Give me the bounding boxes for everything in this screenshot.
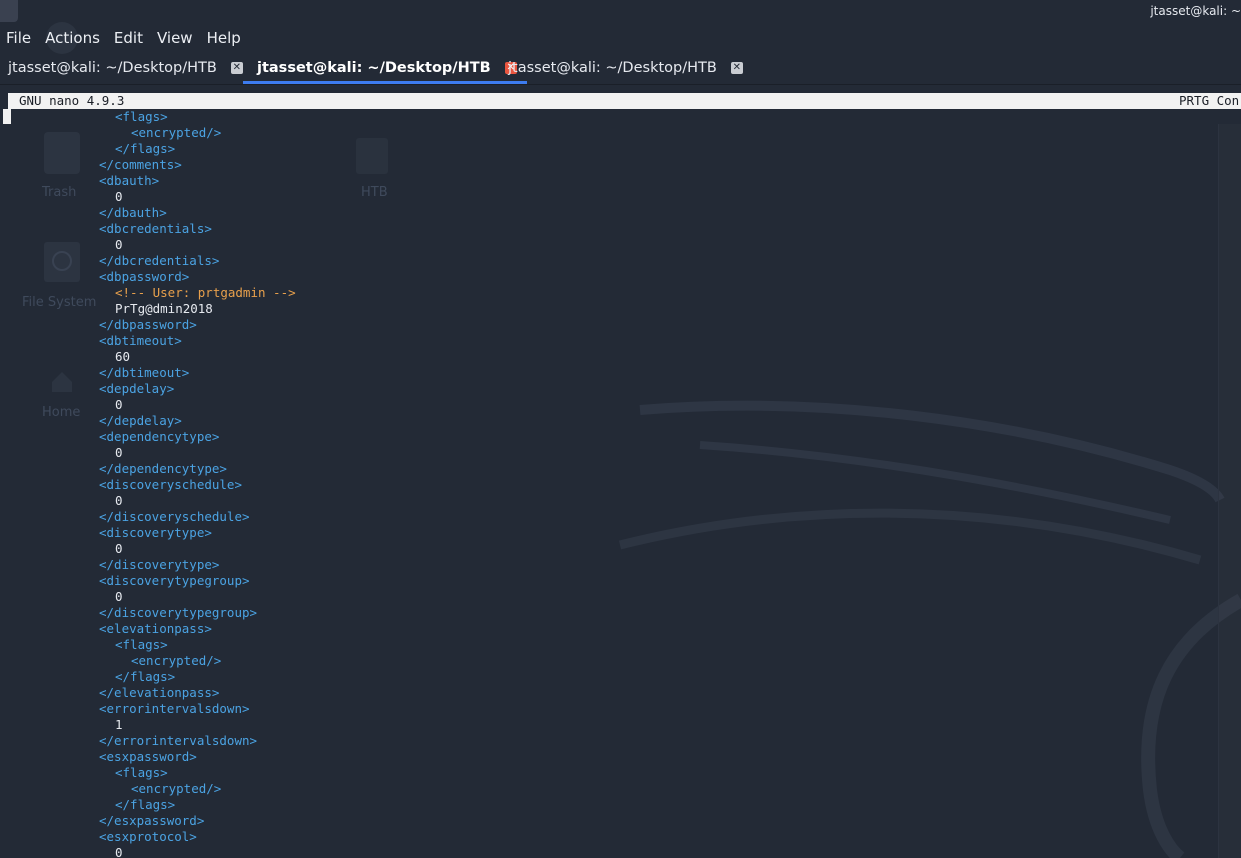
xml-tag-line: <dependencytype> <box>99 429 220 444</box>
tab-label: jtasset@kali: ~/Desktop/HTB <box>8 60 217 76</box>
tab-bar: jtasset@kali: ~/Desktop/HTB ✕ jtasset@ka… <box>0 54 1241 85</box>
xml-value-line: 60 <box>115 349 131 364</box>
xml-value-line: PrTg@dmin2018 <box>115 301 213 316</box>
xml-value-line: 0 <box>115 237 123 252</box>
tab-label: jtasset@kali: ~/Desktop/HTB <box>508 60 717 76</box>
xml-tag-line: </dependencytype> <box>99 461 227 476</box>
xml-tag-line: </errorintervalsdown> <box>99 733 258 748</box>
xml-tag-line: </elevationpass> <box>99 685 220 700</box>
xml-tag-line: <flags> <box>115 637 168 652</box>
xml-tag-line: <dbtimeout> <box>99 333 182 348</box>
xml-tag-line: <discoveryschedule> <box>99 477 242 492</box>
scrollbar[interactable] <box>1218 124 1241 858</box>
xml-value-line: 0 <box>115 845 123 858</box>
menu-actions[interactable]: Actions <box>39 26 108 50</box>
xml-tag-line: </dbpassword> <box>99 317 197 332</box>
menu-help[interactable]: Help <box>201 26 249 50</box>
xml-tag-line: <dbauth> <box>99 173 160 188</box>
editor-buffer[interactable]: <flags> <encrypted/> </flags> </comments> <d… <box>0 109 1216 858</box>
terminal-window: Trash HTB File System Home jtasset@kali:… <box>0 0 1241 858</box>
xml-value-line: 0 <box>115 589 123 604</box>
menu-app-icon[interactable] <box>0 0 18 22</box>
xml-tag-line: </depdelay> <box>99 413 182 428</box>
xml-tag-line: <flags> <box>115 765 168 780</box>
close-icon[interactable]: ✕ <box>730 62 743 74</box>
nano-version: GNU nano 4.9.3 <box>19 93 125 108</box>
xml-tag-line: <dbpassword> <box>99 269 190 284</box>
xml-tag-line: </discoverytypegroup> <box>99 605 258 620</box>
xml-value-line: 0 <box>115 541 123 556</box>
xml-tag-line: <encrypted/> <box>131 653 222 668</box>
xml-tag-line: <elevationpass> <box>99 621 212 636</box>
window-title: jtasset@kali: ~ <box>1150 4 1241 18</box>
text-cursor <box>3 109 11 124</box>
xml-value-line: 0 <box>115 189 123 204</box>
xml-tag-line: <discoverytype> <box>99 525 212 540</box>
xml-value-line: 1 <box>115 717 123 732</box>
tab-label: jtasset@kali: ~/Desktop/HTB <box>257 60 491 76</box>
menu-edit[interactable]: Edit <box>108 26 151 50</box>
xml-tag-line: <esxprotocol> <box>99 829 197 844</box>
xml-comment-line: <!-- User: prtgadmin --> <box>115 285 296 300</box>
xml-tag-line: </discoverytype> <box>99 557 220 572</box>
xml-value-line: 0 <box>115 397 123 412</box>
xml-tag-line: <depdelay> <box>99 381 175 396</box>
window-titlebar: jtasset@kali: ~ <box>0 0 1241 24</box>
xml-tag-line: </dbtimeout> <box>99 365 190 380</box>
xml-tag-line: <discoverytypegroup> <box>99 573 250 588</box>
xml-tag-line: </dbauth> <box>99 205 167 220</box>
tab-terminal-3[interactable]: jtasset@kali: ~/Desktop/HTB ✕ <box>508 54 743 82</box>
tab-terminal-1[interactable]: jtasset@kali: ~/Desktop/HTB ✕ <box>8 54 243 82</box>
xml-tag-line: <esxpassword> <box>99 749 197 764</box>
nano-titlebar: GNU nano 4.9.3 PRTG Con <box>8 93 1241 109</box>
xml-value-line: 0 <box>115 445 123 460</box>
xml-tag-line: </esxpassword> <box>99 813 205 828</box>
xml-tag-line: </flags> <box>115 141 176 156</box>
nano-filename: PRTG Con <box>1179 93 1240 108</box>
xml-tag-line: </flags> <box>115 797 176 812</box>
close-icon[interactable]: ✕ <box>230 62 243 74</box>
xml-tag-line: </comments> <box>99 157 182 172</box>
xml-value-line: 0 <box>115 493 123 508</box>
menu-file[interactable]: File <box>0 26 39 50</box>
xml-tag-line: <errorintervalsdown> <box>99 701 250 716</box>
xml-tag-line: <encrypted/> <box>131 781 222 796</box>
xml-tag-line: </discoveryschedule> <box>99 509 250 524</box>
menu-view[interactable]: View <box>151 26 201 50</box>
xml-tag-line: <dbcredentials> <box>99 221 212 236</box>
tab-terminal-2[interactable]: jtasset@kali: ~/Desktop/HTB ✕ <box>243 54 527 84</box>
xml-tag-line: <encrypted/> <box>131 125 222 140</box>
xml-tag-line: </dbcredentials> <box>99 253 220 268</box>
menubar: File Actions Edit View Help <box>0 26 249 50</box>
xml-tag-line: <flags> <box>115 109 168 124</box>
xml-tag-line: </flags> <box>115 669 176 684</box>
